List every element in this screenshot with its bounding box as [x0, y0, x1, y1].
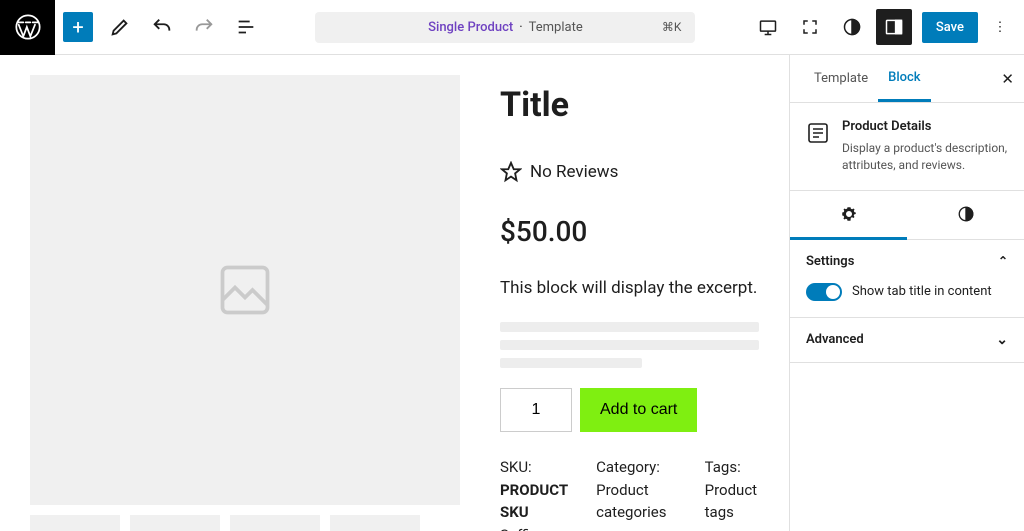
category-meta: Category:Product categories	[596, 456, 676, 531]
product-image-placeholder[interactable]	[30, 75, 460, 505]
add-to-cart-button[interactable]: Add to cart	[580, 388, 697, 432]
thumbnail-placeholder[interactable]	[230, 515, 320, 531]
sku-meta: SKU: PRODUCT SKU Suffix	[500, 456, 568, 531]
redo-icon[interactable]	[189, 12, 219, 42]
editor-canvas[interactable]: Title No Reviews $50.00 This block will …	[0, 55, 789, 531]
template-name: Single Product	[428, 20, 513, 35]
settings-sidebar: Template Block ✕ Product Details Display…	[789, 55, 1024, 531]
more-menu-icon[interactable]: ⋮	[984, 20, 1016, 35]
block-title: Product Details	[842, 119, 1008, 134]
close-sidebar-icon[interactable]: ✕	[1001, 70, 1014, 88]
sidebar-toggle-icon[interactable]	[876, 9, 912, 45]
keyboard-shortcut: ⌘K	[662, 20, 682, 34]
contrast-icon[interactable]	[834, 9, 870, 45]
tab-template[interactable]: Template	[804, 57, 878, 100]
edit-icon[interactable]	[105, 12, 135, 42]
settings-tab-icon[interactable]	[790, 191, 907, 240]
list-view-icon[interactable]	[231, 12, 261, 42]
wordpress-logo[interactable]	[0, 0, 55, 55]
toggle-label: Show tab title in content	[852, 284, 992, 299]
show-tab-title-toggle[interactable]	[806, 283, 842, 301]
reviews-row[interactable]: No Reviews	[500, 161, 759, 183]
placeholder-lines	[500, 322, 759, 368]
block-description: Display a product's description, attribu…	[842, 140, 1008, 174]
thumbnail-placeholder[interactable]	[130, 515, 220, 531]
styles-tab-icon[interactable]	[907, 191, 1024, 239]
desktop-view-icon[interactable]	[750, 9, 786, 45]
chevron-down-icon	[996, 332, 1008, 348]
advanced-panel-header[interactable]: Advanced	[790, 318, 1024, 362]
tab-block[interactable]: Block	[878, 56, 930, 102]
star-icon	[500, 161, 522, 183]
thumbnail-placeholder[interactable]	[30, 515, 120, 531]
settings-panel-header[interactable]: Settings	[790, 240, 1024, 283]
top-toolbar: + Single Product · Template ⌘K Save ⋮	[0, 0, 1024, 55]
fullscreen-icon[interactable]	[792, 9, 828, 45]
save-button[interactable]: Save	[922, 12, 978, 43]
thumbnail-placeholder[interactable]	[330, 515, 420, 531]
template-type: Template	[529, 20, 583, 35]
chevron-up-icon	[998, 254, 1008, 269]
block-type-icon	[806, 121, 830, 145]
quantity-input[interactable]	[500, 388, 572, 432]
product-excerpt[interactable]: This block will display the excerpt.	[500, 278, 759, 298]
tags-meta: Tags:Product tags	[705, 456, 759, 531]
product-price[interactable]: $50.00	[500, 215, 759, 248]
undo-icon[interactable]	[147, 12, 177, 42]
add-block-button[interactable]: +	[63, 12, 93, 42]
reviews-text: No Reviews	[530, 162, 618, 182]
product-title[interactable]: Title	[500, 85, 759, 125]
template-selector[interactable]: Single Product · Template ⌘K	[315, 12, 695, 43]
